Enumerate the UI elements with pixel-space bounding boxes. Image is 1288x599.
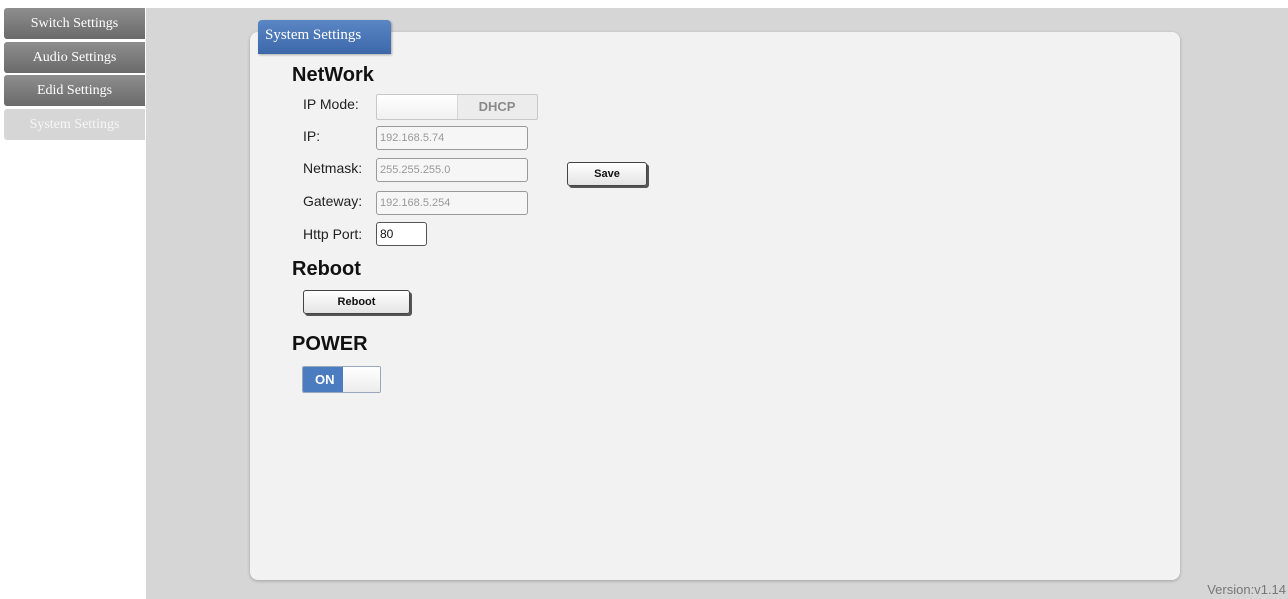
- power-heading: POWER: [292, 333, 368, 355]
- ip-mode-toggle[interactable]: DHCP: [376, 94, 538, 120]
- power-toggle-knob: [343, 367, 380, 392]
- ip-mode-toggle-knob: [377, 95, 458, 119]
- panel-tab-system-settings: System Settings: [258, 20, 391, 54]
- http-port-label: Http Port:: [303, 226, 363, 242]
- sidebar-item-system-settings[interactable]: System Settings: [4, 109, 145, 140]
- ip-mode-label: IP Mode:: [303, 96, 359, 112]
- reboot-button[interactable]: Reboot: [303, 290, 410, 314]
- netmask-label: Netmask:: [303, 160, 363, 176]
- http-port-field[interactable]: 80: [376, 222, 427, 246]
- gateway-field[interactable]: 192.168.5.254: [376, 191, 528, 215]
- ip-field[interactable]: 192.168.5.74: [376, 126, 528, 150]
- ip-mode-value: DHCP: [478, 99, 516, 114]
- sidebar-item-audio-settings[interactable]: Audio Settings: [4, 42, 145, 73]
- sidebar: Switch Settings Audio Settings Edid Sett…: [0, 0, 146, 599]
- sidebar-item-switch-settings[interactable]: Switch Settings: [4, 8, 145, 39]
- power-toggle[interactable]: ON: [302, 366, 381, 393]
- sidebar-item-edid-settings[interactable]: Edid Settings: [4, 75, 145, 106]
- gateway-label: Gateway:: [303, 193, 363, 209]
- save-button[interactable]: Save: [567, 162, 647, 186]
- power-state-label: ON: [303, 367, 343, 392]
- network-heading: NetWork: [292, 64, 374, 86]
- netmask-field[interactable]: 255.255.255.0: [376, 158, 528, 182]
- version-label: Version:v1.14: [1207, 582, 1286, 597]
- ip-label: IP:: [303, 128, 321, 144]
- reboot-heading: Reboot: [292, 258, 361, 280]
